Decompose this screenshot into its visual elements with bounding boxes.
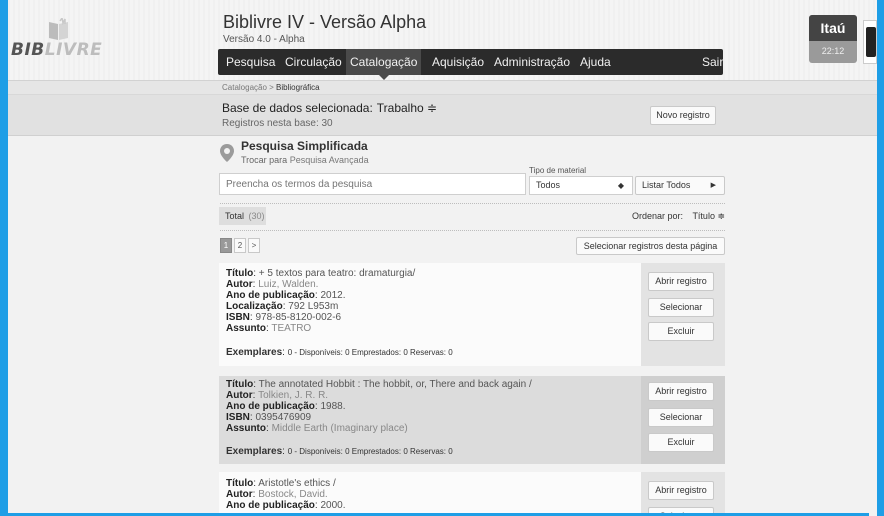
page-2-button[interactable]: 2 <box>234 238 246 253</box>
record-subject: Assunto: TEATRO <box>226 323 312 334</box>
breadcrumb: Catalogação > Bibliográfica <box>222 83 320 92</box>
sort-label: Ordenar por: <box>631 211 683 221</box>
search-title: Pesquisa Simplificada <box>241 139 368 153</box>
total-count: Total (30) <box>219 207 266 225</box>
delete-record-button[interactable]: Excluir <box>648 322 714 341</box>
menu-item-pesquisa[interactable]: Pesquisa <box>226 49 275 75</box>
app-window: BIBLIVRE Biblivre IV - Versão Alpha Vers… <box>8 0 877 516</box>
new-record-button[interactable]: Novo registro <box>650 106 716 125</box>
next-page-button[interactable]: > <box>248 238 260 253</box>
record-actions: Abrir registro Selecionar Excluir <box>641 263 725 366</box>
database-label: Base de dados selecionada: <box>222 101 373 115</box>
record-actions: Abrir registro Selecionar <box>641 472 725 516</box>
widget-icon <box>866 27 876 57</box>
sort-select[interactable]: Título ≑ <box>692 211 725 222</box>
menu-item-administracao[interactable]: Administração <box>494 49 570 75</box>
record-item: Título: Aristotle's ethics / Autor: Bost… <box>219 472 725 516</box>
record-year: Ano de publicação: 1988. <box>226 401 346 412</box>
database-value[interactable]: Trabalho ≑ <box>377 101 437 115</box>
material-type-value: Todos <box>536 180 561 190</box>
record-copies: Exemplares: 0 - Disponíveis: 0 Emprestad… <box>226 347 453 358</box>
breadcrumb-parent[interactable]: Catalogação <box>222 83 267 92</box>
record-location: Localização: 792 L953m <box>226 301 339 312</box>
logo-text: BIBLIVRE <box>11 40 103 60</box>
menu-item-aquisicao[interactable]: Aquisição <box>432 49 484 75</box>
header: BIBLIVRE Biblivre IV - Versão Alpha Vers… <box>8 0 877 80</box>
record-author: Autor: Luiz, Walden. <box>226 279 319 290</box>
database-bar: Base de dados selecionada: Trabalho ≑ Reg… <box>8 95 877 136</box>
record-actions: Abrir registro Selecionar Excluir <box>641 376 725 464</box>
record-subject: Assunto: Middle Earth (Imaginary place) <box>226 423 408 434</box>
bank-badge: Itaú 22:12 <box>809 15 857 63</box>
total-value: (30) <box>248 211 265 221</box>
page-1-button[interactable]: 1 <box>220 238 232 253</box>
divider <box>220 203 725 204</box>
advanced-search-link[interactable]: Pesquisa Avançada <box>290 155 369 165</box>
play-arrow-icon: ▶ <box>710 182 716 189</box>
open-record-button[interactable]: Abrir registro <box>648 272 714 291</box>
open-record-button[interactable]: Abrir registro <box>648 481 714 500</box>
list-all-label: Listar Todos <box>642 180 691 190</box>
search-input[interactable] <box>219 173 526 195</box>
biblivre-logo[interactable]: BIBLIVRE <box>8 16 103 66</box>
app-title: Biblivre IV - Versão Alpha <box>223 12 427 32</box>
search-switch: Trocar para Pesquisa Avançada <box>241 155 369 165</box>
record-details: Título: The annotated Hobbit : The hobbi… <box>219 376 641 464</box>
menu-item-circulacao[interactable]: Circulação <box>285 49 342 75</box>
record-count: Registros nesta base: 30 <box>222 118 333 129</box>
record-title: Título: The annotated Hobbit : The hobbi… <box>226 379 532 390</box>
material-type-label: Tipo de material <box>529 166 587 175</box>
record-item: Título: The annotated Hobbit : The hobbi… <box>219 376 725 464</box>
record-title: Título: Aristotle's ethics / <box>226 478 336 489</box>
record-details: Título: + 5 textos para teatro: dramatur… <box>219 263 641 366</box>
logout-link[interactable]: Sair <box>702 49 723 75</box>
select-page-records-button[interactable]: Selecionar registros desta página <box>576 237 725 255</box>
map-pin-icon <box>220 144 234 167</box>
record-isbn: ISBN: 978-85-8120-002-6 <box>226 312 342 323</box>
open-record-button[interactable]: Abrir registro <box>648 382 714 401</box>
record-isbn: ISBN: 0395476909 <box>226 412 312 423</box>
results-header: Total (30) Ordenar por: Título ≑ <box>219 207 725 227</box>
breadcrumb-separator: > <box>266 83 277 92</box>
book-icon <box>49 18 68 40</box>
record-year: Ano de publicação: 2012. <box>226 290 346 301</box>
select-arrows-icon: ◆ <box>617 181 624 190</box>
record-item: Título: + 5 textos para teatro: dramatur… <box>219 263 725 366</box>
delete-record-button[interactable]: Excluir <box>648 433 714 452</box>
search-switch-prefix: Trocar para <box>241 155 290 165</box>
material-type-select[interactable]: Todos ◆ <box>529 176 633 195</box>
breadcrumb-bar: Catalogação > Bibliográfica <box>8 80 877 95</box>
divider <box>220 230 725 231</box>
record-year: Ano de publicação: 2000. <box>226 500 346 511</box>
record-author: Autor: Tolkien, J. R. R. <box>226 390 329 401</box>
app-version: Versão 4.0 - Alpha <box>223 34 305 45</box>
list-all-button[interactable]: Listar Todos ▶ <box>635 176 725 195</box>
select-record-button[interactable]: Selecionar <box>648 298 714 317</box>
select-record-button[interactable]: Selecionar <box>648 408 714 427</box>
breadcrumb-current: Bibliográfica <box>276 83 320 92</box>
record-details: Título: Aristotle's ethics / Autor: Bost… <box>219 472 641 516</box>
menu-item-catalogacao[interactable]: Catalogação <box>346 49 422 80</box>
record-copies: Exemplares: 0 - Disponíveis: 0 Emprestad… <box>226 446 453 457</box>
main-menu: Pesquisa Circulação Catalogação Aquisiçã… <box>218 49 723 80</box>
bank-time: 22:12 <box>821 46 845 56</box>
menu-item-ajuda[interactable]: Ajuda <box>580 49 611 75</box>
total-label: Total <box>225 211 245 221</box>
side-widget <box>863 20 877 64</box>
record-author: Autor: Bostock, David. <box>226 489 328 500</box>
record-title: Título: + 5 textos para teatro: dramatur… <box>226 268 416 279</box>
database-selector[interactable]: Base de dados selecionada: Trabalho ≑ <box>222 101 437 115</box>
bank-name: Itaú <box>809 15 857 41</box>
